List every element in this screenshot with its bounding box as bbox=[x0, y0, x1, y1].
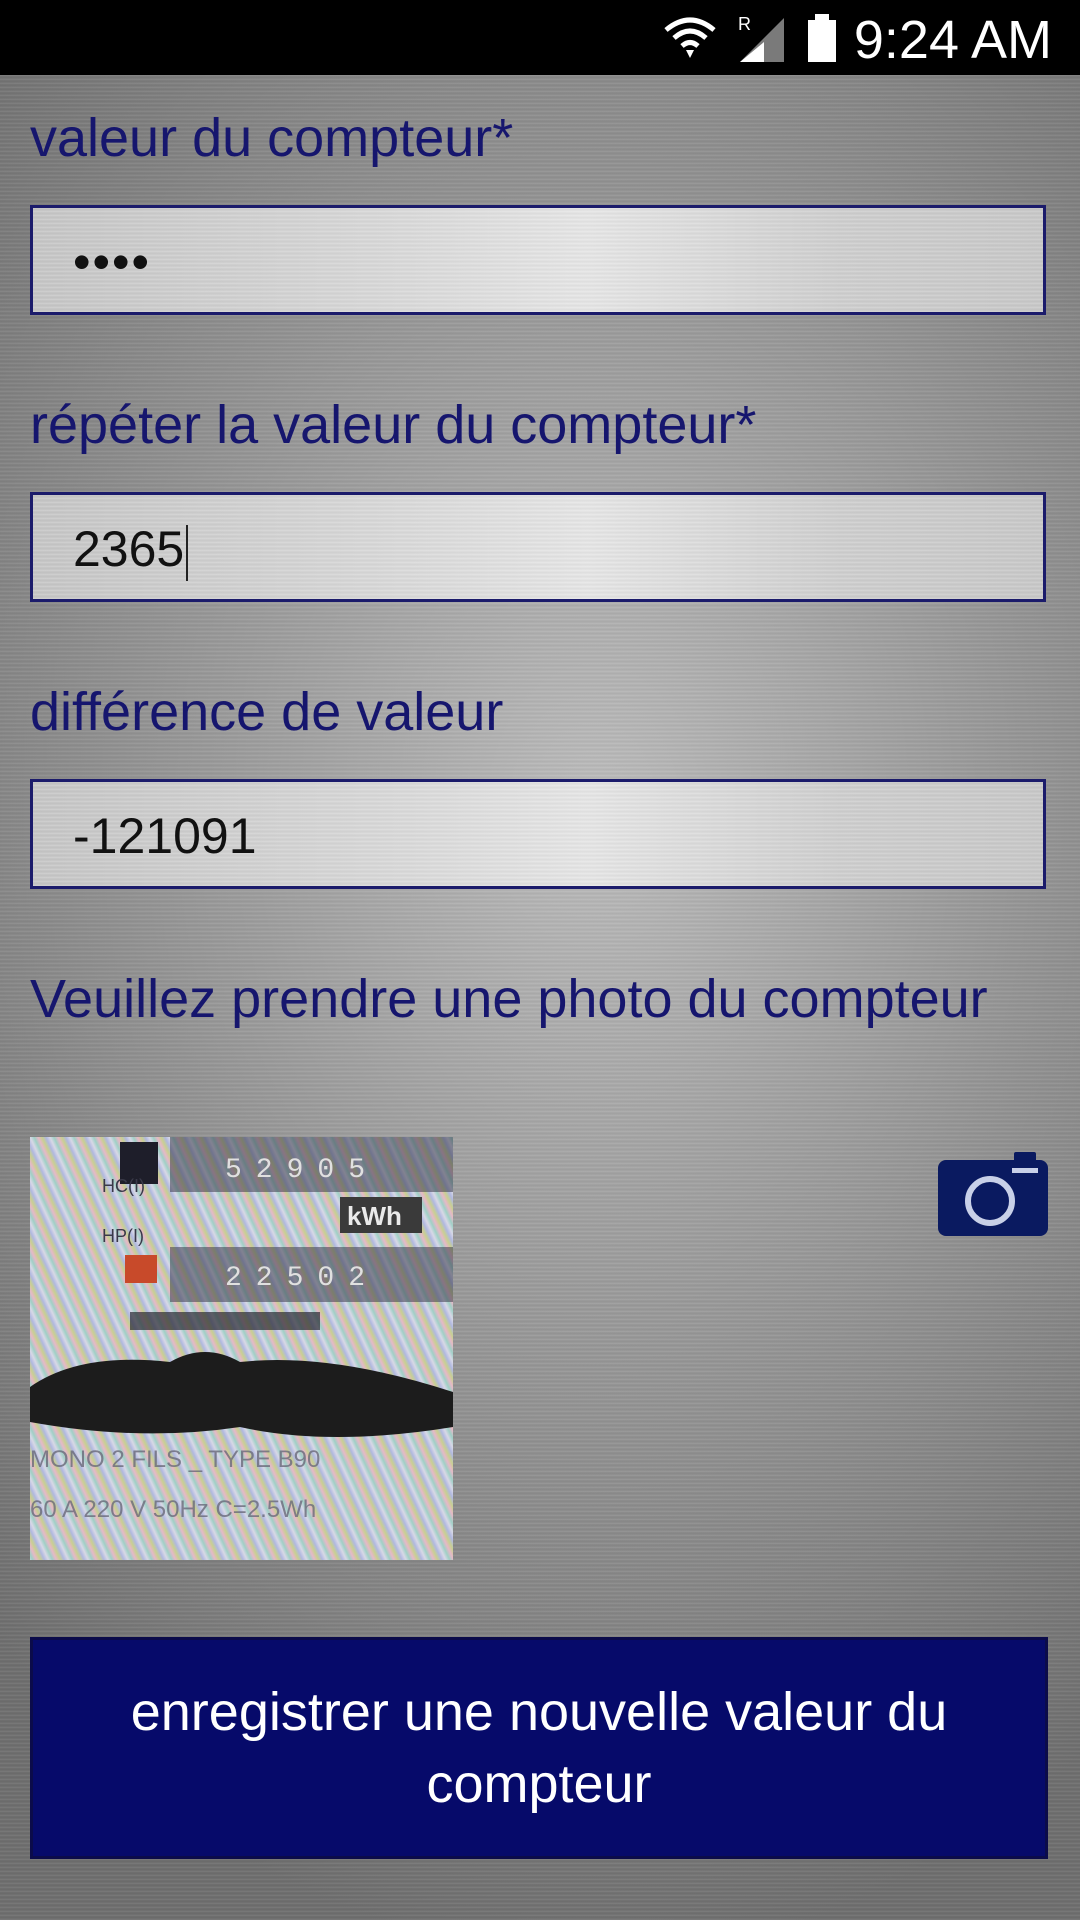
save-meter-value-label: enregistrer une nouvelle valeur du compt… bbox=[130, 1682, 948, 1814]
status-time: 9:24 AM bbox=[853, 10, 1052, 70]
repeat-meter-value-input[interactable]: 2365 bbox=[73, 517, 189, 581]
save-meter-value-button[interactable]: enregistrer une nouvelle valeur du compt… bbox=[30, 1637, 1048, 1859]
signal-icon: R bbox=[738, 14, 784, 62]
battery-icon bbox=[808, 14, 836, 62]
status-bar: R 9:24 AM bbox=[0, 0, 1080, 75]
network-indicator: R bbox=[738, 14, 751, 34]
meter-value-field[interactable]: •••• bbox=[30, 205, 1046, 315]
unit-label: kWh bbox=[347, 1201, 402, 1231]
repeat-meter-value-text: 2365 bbox=[73, 521, 185, 577]
hc-label: HC(I) bbox=[102, 1176, 145, 1196]
top-reading: 52905 bbox=[225, 1155, 379, 1186]
hp-label: HP(I) bbox=[102, 1226, 144, 1246]
text-caret bbox=[186, 524, 189, 581]
meter-photo[interactable]: 52905 kWh HC(I) HP(I) 22502 MONO 2 FILS … bbox=[30, 1137, 453, 1560]
repeat-meter-value-field[interactable]: 2365 bbox=[30, 492, 1046, 602]
meter-value-input[interactable]: •••• bbox=[73, 230, 151, 294]
camera-button[interactable] bbox=[938, 1152, 1048, 1236]
bottom-reading: 22502 bbox=[225, 1263, 379, 1294]
value-difference-input[interactable]: -121091 bbox=[73, 804, 257, 868]
photo-footer-line-1: MONO 2 FILS _ TYPE B90 bbox=[30, 1446, 320, 1473]
photo-prompt: Veuillez prendre une photo du compteur bbox=[30, 969, 988, 1029]
photo-footer-line-2: 60 A 220 V 50Hz C=2.5Wh bbox=[30, 1496, 316, 1523]
wifi-icon bbox=[664, 17, 716, 58]
camera-icon bbox=[938, 1152, 1048, 1236]
value-difference-label: différence de valeur bbox=[30, 682, 504, 742]
repeat-meter-value-label: répéter la valeur du compteur* bbox=[30, 395, 757, 455]
value-difference-field[interactable]: -121091 bbox=[30, 779, 1046, 889]
meter-value-label: valeur du compteur* bbox=[30, 108, 514, 168]
meter-photo-image: 52905 kWh HC(I) HP(I) 22502 MONO 2 FILS … bbox=[30, 1137, 453, 1560]
